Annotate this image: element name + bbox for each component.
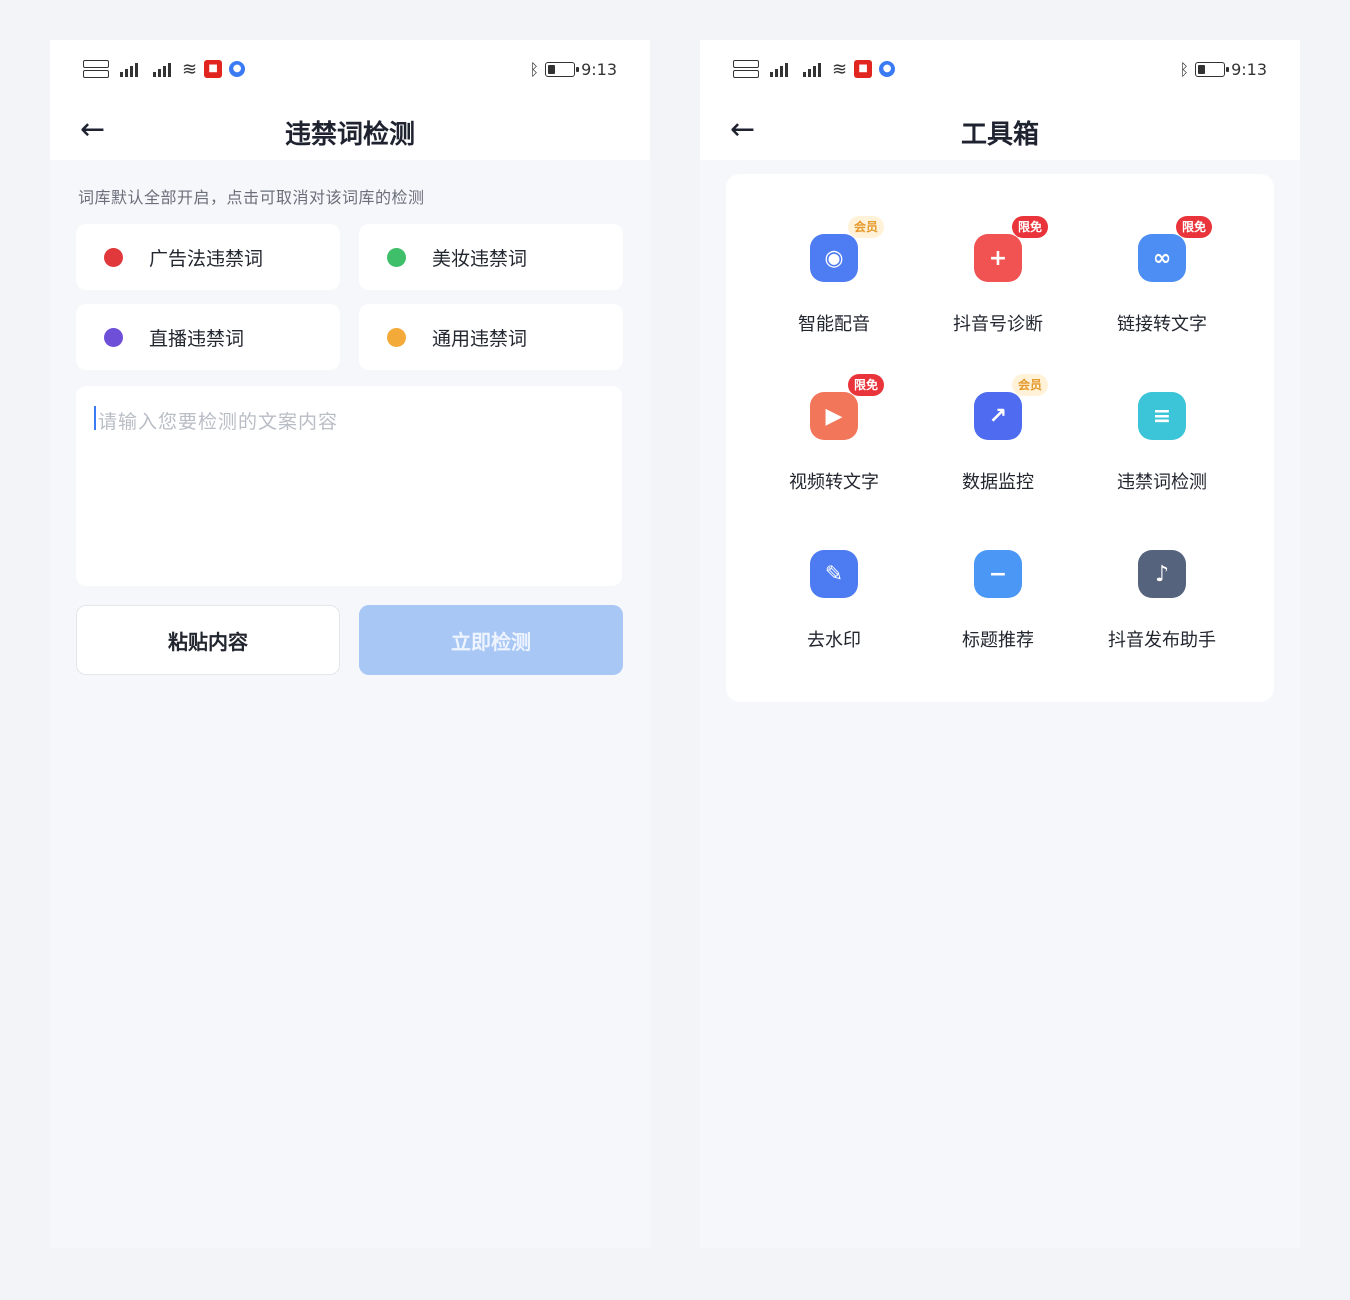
tool-label: 视频转文字 [789, 472, 879, 493]
title-bubble-icon: − [974, 550, 1022, 598]
nav-bar: ← 工具箱 [700, 104, 1300, 160]
status-right: ᛒ 9:13 [529, 60, 617, 79]
left-screen: ≋ ■ ● ᛒ 9:13 ← 违禁词检测 词库默认全部开启，点击可取消对该词库的… [50, 40, 650, 1248]
page-title: 工具箱 [960, 120, 1039, 150]
detect-now-button[interactable]: 立即检测 [359, 605, 623, 675]
status-left: ≋ ■ ● [83, 56, 246, 82]
status-dot-icon [104, 247, 123, 267]
bluetooth-icon: ᛒ [529, 60, 540, 79]
status-right: ᛒ 9:13 [1179, 60, 1267, 79]
tool-item[interactable]: ◉ 会员智能配音 [752, 216, 916, 356]
status-dot-icon [387, 247, 406, 267]
signal-icon [766, 59, 792, 79]
tool-label: 链接转文字 [1117, 314, 1207, 335]
library-label: 美妆违禁词 [432, 247, 528, 270]
tool-item[interactable]: ≡ 违禁词检测 [1080, 374, 1244, 514]
sim-icon [83, 56, 109, 82]
status-time: 9:13 [581, 60, 617, 79]
tool-item[interactable]: + 限免抖音号诊断 [916, 216, 1080, 356]
tool-label: 抖音号诊断 [953, 314, 1043, 335]
tool-label: 数据监控 [962, 472, 1034, 493]
tool-label: 标题推荐 [962, 630, 1034, 651]
tool-item[interactable]: ∞ 限免链接转文字 [1080, 216, 1244, 356]
tiktok-icon: ♪ [1138, 550, 1186, 598]
status-bar: ≋ ■ ● ᛒ 9:13 [700, 40, 1300, 104]
tool-item[interactable]: ♪ 抖音发布助手 [1080, 532, 1244, 672]
sim-icon [733, 56, 759, 82]
status-dot-icon [104, 327, 123, 347]
battery-icon [545, 62, 580, 77]
tool-item[interactable]: ↗ 会员数据监控 [916, 374, 1080, 514]
wifi-icon: ≋ [182, 58, 198, 80]
signal-icon [116, 59, 142, 79]
app-notification-icon: ● [879, 61, 896, 77]
signal-icon [149, 59, 175, 79]
tool-badge: 限免 [1012, 216, 1049, 238]
tool-label: 去水印 [807, 630, 861, 651]
play-icon: ▶ [810, 392, 858, 440]
eraser-icon: ✎ [810, 550, 858, 598]
tool-badge: 会员 [1012, 374, 1049, 396]
tool-label: 违禁词检测 [1117, 472, 1207, 493]
text-caret [94, 406, 96, 430]
tool-badge: 限免 [848, 374, 885, 396]
trend-chart-icon: ↗ [974, 392, 1022, 440]
library-toggle[interactable]: 广告法违禁词 [76, 224, 340, 290]
library-label: 广告法违禁词 [149, 247, 264, 270]
status-bar: ≋ ■ ● ᛒ 9:13 [50, 40, 650, 104]
medical-plus-icon: + [974, 234, 1022, 282]
app-notification-icon: ■ [204, 60, 223, 78]
library-hint: 词库默认全部开启，点击可取消对该词库的检测 [78, 188, 425, 207]
page-title: 违禁词检测 [284, 120, 415, 150]
status-left: ≋ ■ ● [733, 56, 896, 82]
tool-badge: 会员 [848, 216, 885, 238]
content-input[interactable]: 请输入您要检测的文案内容 [76, 386, 622, 586]
tool-badge: 限免 [1176, 216, 1213, 238]
tool-label: 抖音发布助手 [1108, 630, 1216, 651]
input-placeholder: 请输入您要检测的文案内容 [98, 411, 339, 433]
document-icon: ≡ [1138, 392, 1186, 440]
status-dot-icon [387, 327, 406, 347]
tool-item[interactable]: ▶ 限免视频转文字 [752, 374, 916, 514]
toolbox-grid: ◉ 会员 智能配音 + 限免 抖音号诊断 ∞ 限免 链接转文字 ▶ 限免 视频转文字 ↗ 会员 数据监控 ≡ 违… [726, 174, 1274, 702]
library-label: 直播违禁词 [149, 327, 245, 350]
status-time: 9:13 [1231, 60, 1267, 79]
tool-item[interactable]: ✎ 去水印 [752, 532, 916, 672]
battery-icon [1195, 62, 1230, 77]
link-icon: ∞ [1138, 234, 1186, 282]
app-notification-icon: ■ [854, 60, 873, 78]
library-toggle[interactable]: 通用违禁词 [359, 304, 623, 370]
library-toggle[interactable]: 直播违禁词 [76, 304, 340, 370]
nav-bar: ← 违禁词检测 [50, 104, 650, 160]
tool-item[interactable]: − 标题推荐 [916, 532, 1080, 672]
library-label: 通用违禁词 [432, 327, 528, 350]
bluetooth-icon: ᛒ [1179, 60, 1190, 79]
speech-bubble-icon: ◉ [810, 234, 858, 282]
app-notification-icon: ● [229, 61, 246, 77]
right-screen: ≋ ■ ● ᛒ 9:13 ← 工具箱 ◉ 会员 智能配音 + 限免 抖音号诊断 ∞ 限免 链接转… [700, 40, 1300, 1248]
wifi-icon: ≋ [832, 58, 848, 80]
library-toggle[interactable]: 美妆违禁词 [359, 224, 623, 290]
paste-content-button[interactable]: 粘贴内容 [76, 605, 340, 675]
signal-icon [799, 59, 825, 79]
tool-label: 智能配音 [798, 314, 870, 335]
